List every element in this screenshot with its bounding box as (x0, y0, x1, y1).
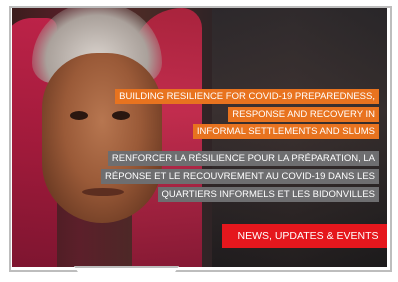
left-eye (70, 111, 88, 120)
french-title-line-3: QUARTIERS INFORMELS ET LES BIDONVILLES (157, 187, 379, 202)
english-title-line-3: INFORMAL SETTLEMENTS AND SLUMS (192, 124, 379, 139)
english-title-line-2: RESPONSE AND RECOVERY IN (228, 107, 379, 122)
hero-banner: BUILDING RESILIENCE FOR COVID-19 PREPARE… (12, 8, 387, 267)
mouth (82, 188, 124, 196)
news-updates-events-button[interactable]: NEWS, UPDATES & EVENTS (222, 224, 387, 248)
right-eye (112, 111, 130, 120)
woman-face (42, 53, 162, 223)
frame-notch (74, 266, 179, 282)
french-title-line-1: RENFORCER LA RÉSILIENCE POUR LA PRÉPARAT… (107, 151, 379, 166)
french-title-line-2: RÉPONSE ET LE RECOUVREMENT AU COVID-19 D… (101, 169, 379, 184)
english-title-line-1: BUILDING RESILIENCE FOR COVID-19 PREPARE… (115, 89, 379, 104)
